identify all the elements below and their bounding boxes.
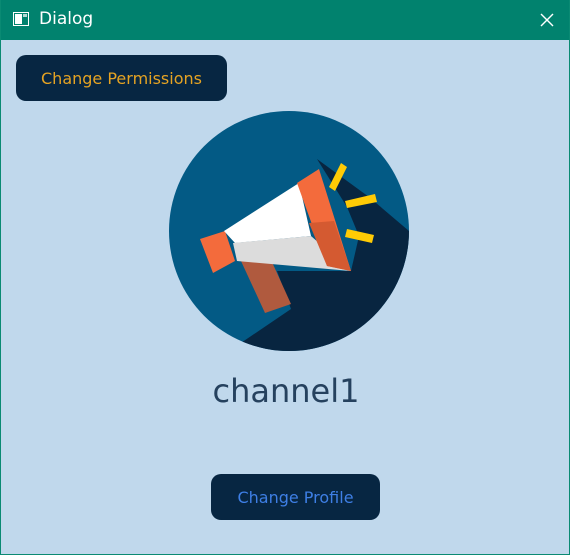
window-title: Dialog	[39, 9, 94, 29]
channel-name: channel1	[212, 372, 360, 410]
close-icon[interactable]	[535, 8, 559, 32]
change-permissions-label: Change Permissions	[41, 68, 202, 88]
change-permissions-button[interactable]: Change Permissions	[16, 55, 227, 101]
dialog-window: Dialog Change Permissions channel1 Chang…	[0, 0, 570, 555]
title-bar: Dialog	[1, 0, 569, 40]
window-app-icon	[13, 12, 29, 26]
change-profile-label: Change Profile	[237, 487, 354, 507]
change-profile-button[interactable]: Change Profile	[211, 474, 380, 520]
megaphone-icon	[169, 111, 409, 351]
